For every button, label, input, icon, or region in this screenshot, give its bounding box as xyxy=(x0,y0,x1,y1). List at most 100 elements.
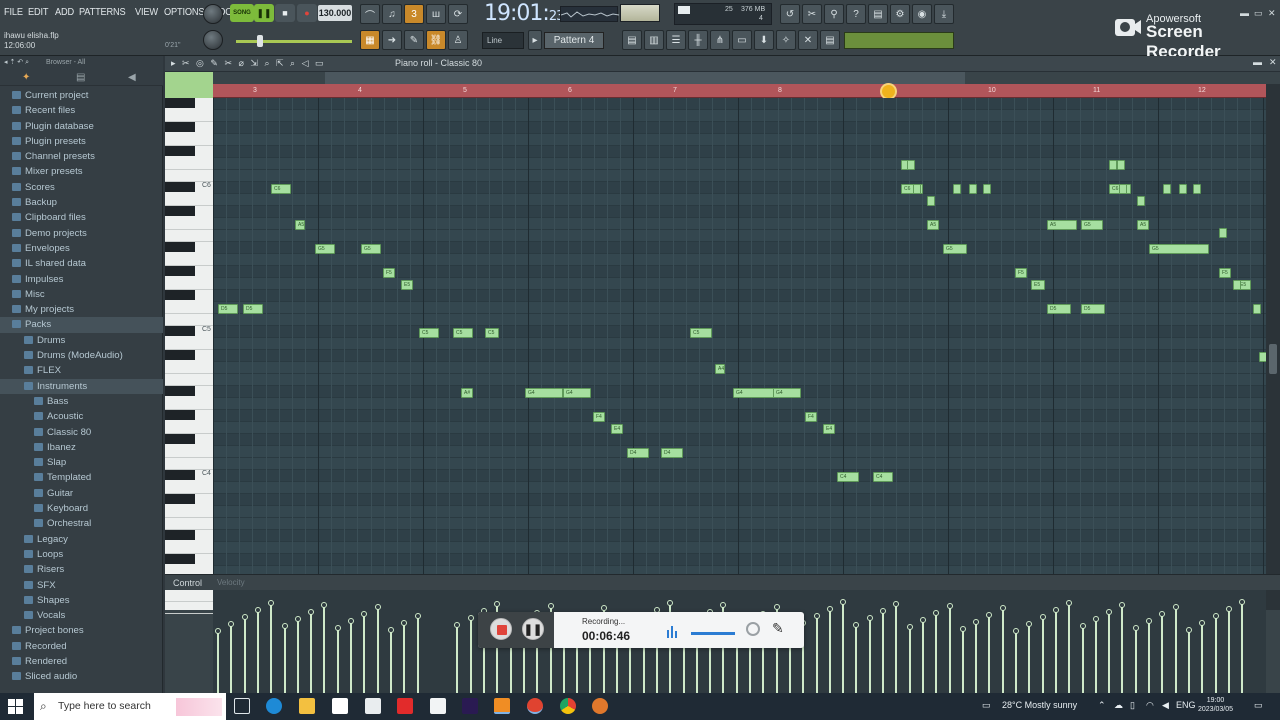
note-block[interactable]: A5 xyxy=(1047,220,1077,230)
note-block[interactable]: C6 xyxy=(271,184,291,194)
note-block[interactable]: D4 xyxy=(661,448,683,458)
piano-keyboard[interactable]: C6 C5 C4 xyxy=(165,98,213,614)
velocity-bar[interactable] xyxy=(350,621,352,693)
prev-pattern-icon[interactable]: ▸ xyxy=(528,30,542,50)
velocity-handle[interactable] xyxy=(946,603,953,609)
black-key[interactable] xyxy=(165,242,195,252)
velocity-handle[interactable] xyxy=(813,613,820,619)
note-block[interactable]: D5 xyxy=(243,304,263,314)
pr-close-icon[interactable]: ✕ xyxy=(1269,57,1277,68)
piano-roll-tools[interactable]: ▸ ✂ ◎ ✎ ✂ ⌀ ⇲ ⌕ ⇱ ⌕ ◁ ▭ xyxy=(171,58,326,69)
network-icon[interactable]: ▯ xyxy=(1130,700,1135,711)
menu-view[interactable]: VIEW xyxy=(135,6,161,18)
browser-add-icon[interactable]: ✦ xyxy=(22,72,30,83)
black-key[interactable] xyxy=(165,434,195,444)
browser-item-recent-files[interactable]: Recent files xyxy=(0,103,163,118)
velocity-bar[interactable] xyxy=(310,612,313,693)
note-block[interactable]: E4 xyxy=(611,424,623,434)
velocity-bar[interactable] xyxy=(988,615,991,693)
note-block[interactable]: C5 xyxy=(419,328,439,338)
minimize-icon[interactable]: ▬ xyxy=(1240,8,1249,18)
browser-item-legacy[interactable]: Legacy xyxy=(0,532,163,547)
black-key[interactable] xyxy=(165,410,195,420)
velocity-handle[interactable] xyxy=(986,612,993,618)
velocity-bar[interactable] xyxy=(1148,621,1150,693)
note-block[interactable] xyxy=(1179,184,1187,194)
black-key[interactable] xyxy=(165,122,195,132)
pattern-select[interactable]: Pattern 4 xyxy=(544,32,604,49)
black-key[interactable] xyxy=(165,530,195,540)
recorder-app-icon[interactable] xyxy=(592,698,608,714)
velocity-bar[interactable] xyxy=(403,623,406,693)
velocity-bar[interactable] xyxy=(842,602,845,693)
pr-minimize-icon[interactable]: ▬ xyxy=(1253,57,1262,67)
velocity-bar[interactable] xyxy=(1054,610,1057,693)
note-block[interactable]: D5 xyxy=(1047,304,1071,314)
weather-icon[interactable]: ▭ xyxy=(982,700,991,711)
note-block[interactable]: D5 xyxy=(218,304,238,314)
browser-item-channel-presets[interactable]: Channel presets xyxy=(0,149,163,164)
wikipedia-icon[interactable] xyxy=(430,698,446,714)
black-key[interactable] xyxy=(165,386,195,396)
velocity-bar[interactable] xyxy=(230,624,233,693)
velocity-handle[interactable] xyxy=(1026,621,1033,627)
wait-input-icon[interactable]: ♫ xyxy=(382,4,402,24)
countdown-icon[interactable]: 3 xyxy=(404,4,424,24)
control-target[interactable]: Velocity xyxy=(217,578,245,587)
velocity-bar[interactable] xyxy=(336,628,339,693)
mail-icon[interactable] xyxy=(365,698,381,714)
velocity-handle[interactable] xyxy=(1146,618,1152,624)
velocity-handle[interactable] xyxy=(1225,606,1232,612)
taskbar-search[interactable]: ⌕ Type here to search xyxy=(34,693,226,720)
velocity-handle[interactable] xyxy=(720,602,727,608)
note-block[interactable]: E5 xyxy=(401,280,413,290)
velocity-bar[interactable] xyxy=(1041,617,1044,693)
velocity-bar[interactable] xyxy=(296,619,299,693)
midi-icon[interactable]: ⚙ xyxy=(890,4,910,24)
windows-start-icon[interactable] xyxy=(8,699,23,714)
note-block[interactable] xyxy=(907,160,915,170)
black-key[interactable] xyxy=(165,146,195,156)
browser-item-rendered[interactable]: Rendered xyxy=(0,654,163,669)
velocity-handle[interactable] xyxy=(281,623,288,629)
metronome-icon[interactable]: ⌒ xyxy=(360,4,380,24)
browser-item-classic-80[interactable]: Classic 80 xyxy=(0,425,163,440)
tray-chevron-icon[interactable]: ⌃ xyxy=(1098,700,1106,711)
tempo-display[interactable]: 130.000 xyxy=(318,5,352,21)
browser-item-ibanez[interactable]: Ibanez xyxy=(0,440,163,455)
velocity-handle[interactable] xyxy=(1132,625,1139,631)
velocity-handle[interactable] xyxy=(973,619,980,625)
velocity-bar[interactable] xyxy=(363,614,366,693)
browser-item-drums[interactable]: Drums xyxy=(0,333,163,348)
black-key[interactable] xyxy=(165,290,195,300)
note-block[interactable]: A# xyxy=(461,388,473,398)
cut-icon[interactable]: ✂ xyxy=(802,4,822,24)
note-block[interactable]: A5 xyxy=(1137,220,1149,230)
note-block[interactable]: G5 xyxy=(943,244,967,254)
tempo-tap-icon[interactable]: ⚲ xyxy=(824,4,844,24)
master-volume-slider[interactable] xyxy=(236,40,352,43)
velocity-bar[interactable] xyxy=(921,620,924,693)
velocity-handle[interactable] xyxy=(1066,600,1073,606)
browser-item-keyboard[interactable]: Keyboard xyxy=(0,501,163,516)
note-block[interactable] xyxy=(953,184,961,194)
note-block[interactable]: D4 xyxy=(627,448,649,458)
browser-item-vocals[interactable]: Vocals xyxy=(0,608,163,623)
velocity-handle[interactable] xyxy=(414,613,421,619)
velocity-handle[interactable] xyxy=(361,611,368,617)
velocity-bar[interactable] xyxy=(855,625,858,693)
recorder-stop-button[interactable] xyxy=(490,618,512,640)
velocity-handle[interactable] xyxy=(321,602,328,608)
menu-options[interactable]: OPTIONS xyxy=(164,6,207,18)
browser-item-guitar[interactable]: Guitar xyxy=(0,486,163,501)
velocity-bar[interactable] xyxy=(1068,603,1071,693)
velocity-handle[interactable] xyxy=(334,625,341,631)
browser-item-project-bones[interactable]: Project bones xyxy=(0,623,163,638)
velocity-bar[interactable] xyxy=(882,611,884,693)
velocity-handle[interactable] xyxy=(547,603,554,609)
vertical-scrollbar[interactable] xyxy=(1266,84,1280,610)
recorder-pause-button[interactable]: ❚❚ xyxy=(522,618,544,640)
velocity-bar[interactable] xyxy=(1121,605,1124,693)
black-key[interactable] xyxy=(165,554,195,564)
browser-item-demo-projects[interactable]: Demo projects xyxy=(0,226,163,241)
